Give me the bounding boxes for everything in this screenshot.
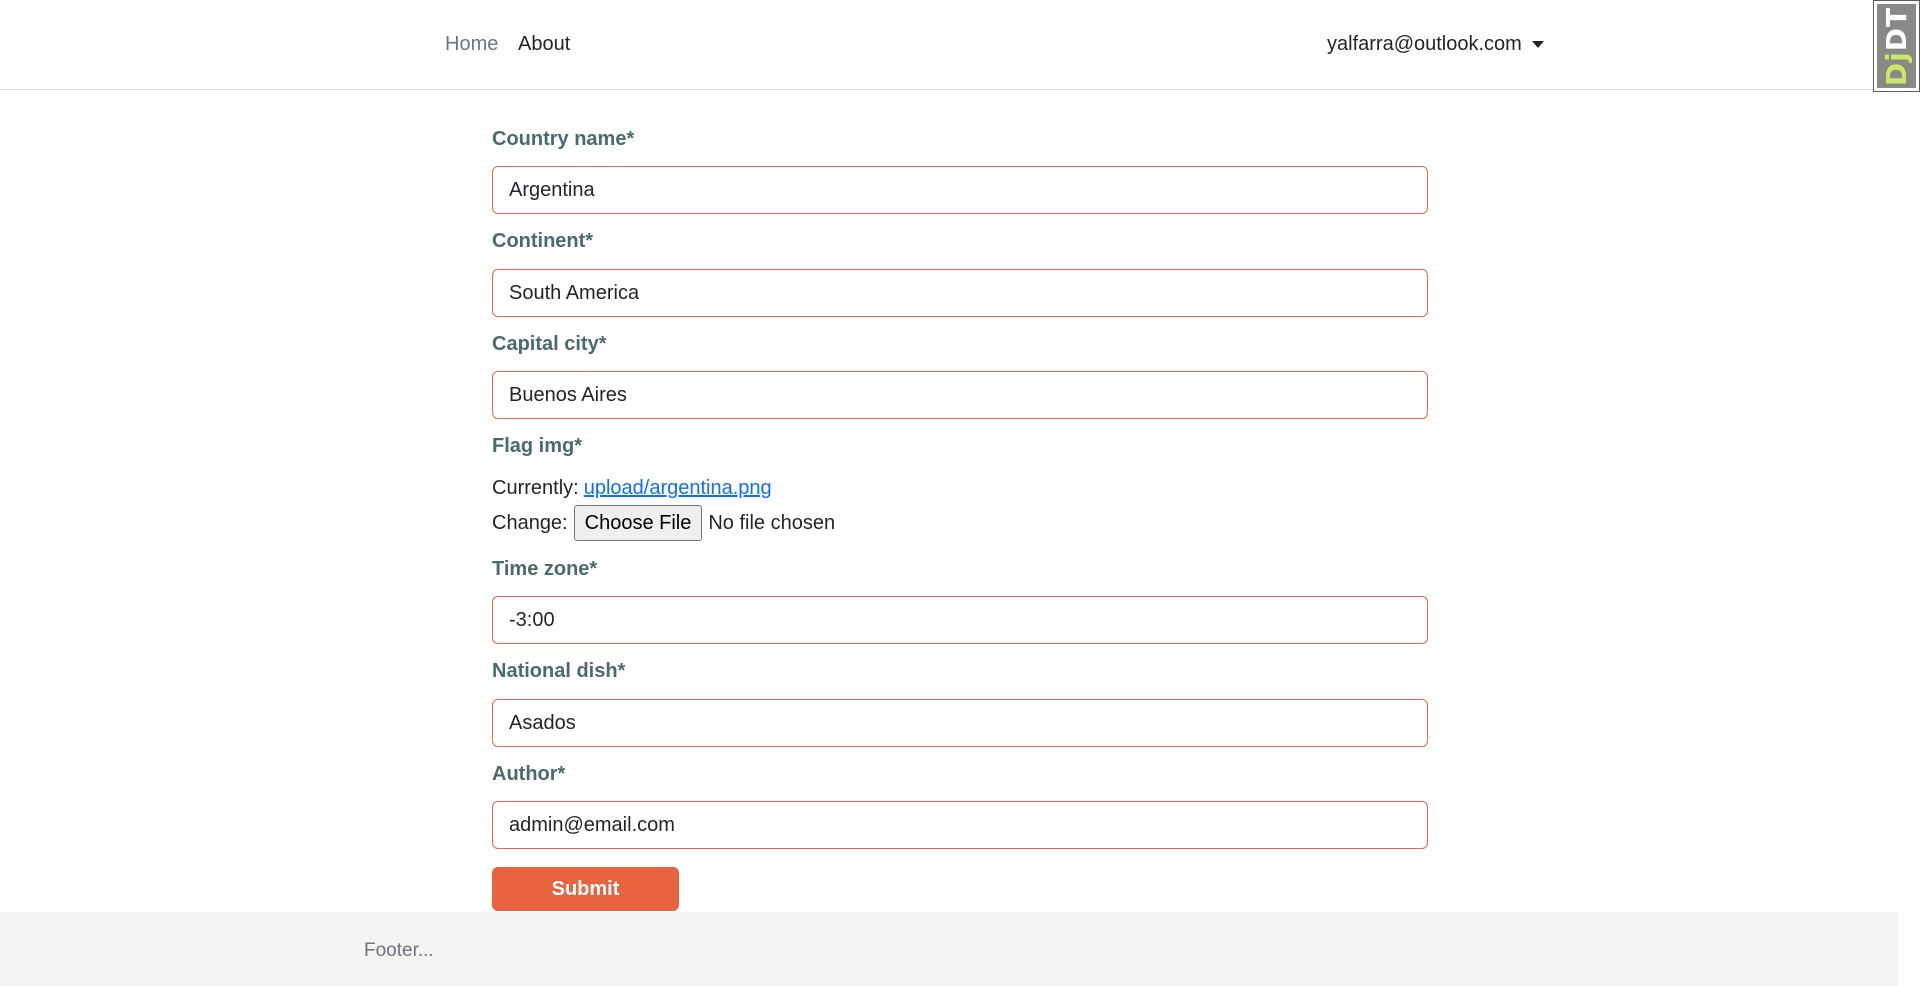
currently-label: Currently: xyxy=(492,477,579,499)
nav-home-link[interactable]: Home xyxy=(445,33,498,56)
flag-current-line: Currently: upload/argentina.png xyxy=(492,477,772,500)
national-dish-input[interactable] xyxy=(492,699,1428,747)
capital-city-input[interactable] xyxy=(492,371,1428,419)
nav-about-link[interactable]: About xyxy=(518,33,570,56)
no-file-chosen-text: No file chosen xyxy=(708,511,836,534)
top-navbar: Home About yalfarra@outlook.com xyxy=(0,0,1920,90)
footer-text: Footer... xyxy=(364,940,434,961)
time-zone-label: Time zone* xyxy=(492,558,598,580)
time-zone-input[interactable] xyxy=(492,596,1428,644)
country-name-input[interactable] xyxy=(492,166,1428,214)
submit-button[interactable]: Submit xyxy=(492,867,679,911)
flag-img-label: Flag img* xyxy=(492,435,583,457)
choose-file-button[interactable]: Choose File xyxy=(573,505,703,541)
debug-toolbar-dj: Dj xyxy=(1880,50,1913,86)
change-label: Change: xyxy=(492,511,568,534)
debug-toolbar-handle[interactable]: DjDT xyxy=(1873,0,1920,92)
current-flag-link[interactable]: upload/argentina.png xyxy=(584,477,772,500)
user-dropdown[interactable]: yalfarra@outlook.com xyxy=(1327,33,1544,56)
user-email: yalfarra@outlook.com xyxy=(1327,33,1522,55)
author-label: Author* xyxy=(492,763,566,785)
capital-city-label: Capital city* xyxy=(492,333,607,355)
debug-toolbar-badge: DjDT xyxy=(1877,4,1916,88)
country-name-label: Country name* xyxy=(492,128,635,150)
footer: Footer... xyxy=(0,912,1898,986)
continent-input[interactable] xyxy=(492,269,1428,317)
author-input[interactable] xyxy=(492,801,1428,849)
debug-toolbar-label: DjDT xyxy=(1880,6,1913,85)
national-dish-label: National dish* xyxy=(492,660,626,682)
continent-label: Continent* xyxy=(492,230,594,252)
debug-toolbar-dt: DT xyxy=(1880,6,1913,51)
flag-change-line: Change: Choose File No file chosen xyxy=(492,505,835,541)
chevron-down-icon xyxy=(1531,41,1544,48)
